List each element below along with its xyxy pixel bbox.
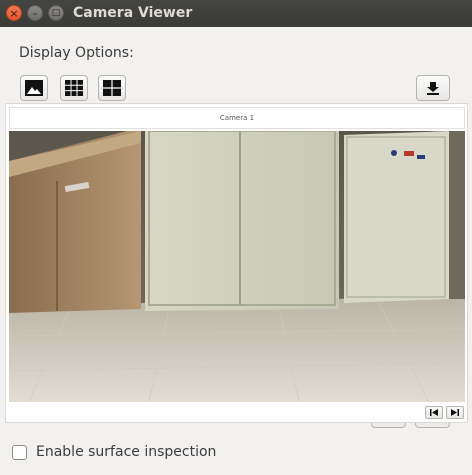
camera-title: Camera 1 [9,107,465,129]
surface-inspection-label: Enable surface inspection [36,444,217,460]
grid-4-view-button[interactable] [98,75,126,101]
single-view-button[interactable] [20,75,48,101]
maximize-icon: □ [51,7,61,18]
previous-frame-button[interactable] [425,406,443,419]
surface-inspection-toggle[interactable]: Enable surface inspection [12,444,216,460]
display-options-label: Display Options: [19,45,134,61]
minimize-window-button[interactable]: – [27,5,43,21]
download-button[interactable] [416,75,450,101]
close-window-button[interactable]: × [6,5,22,21]
skip-forward-icon [451,409,459,416]
image-icon [25,80,43,96]
next-frame-button[interactable] [446,406,464,419]
maximize-window-button[interactable]: □ [48,5,64,21]
close-icon: × [9,6,19,20]
surface-inspection-checkbox[interactable] [12,444,27,460]
grid-4-icon [103,80,121,96]
title-bar: × – □ Camera Viewer [0,0,472,27]
download-icon [427,82,439,95]
camera-feed [9,131,465,402]
skip-back-icon [430,409,438,416]
camera-feed-image [9,131,465,402]
grid-6-view-button[interactable] [60,75,88,101]
minimize-icon: – [32,6,38,20]
grid-6-icon [65,80,83,96]
window-title: Camera Viewer [73,5,193,21]
